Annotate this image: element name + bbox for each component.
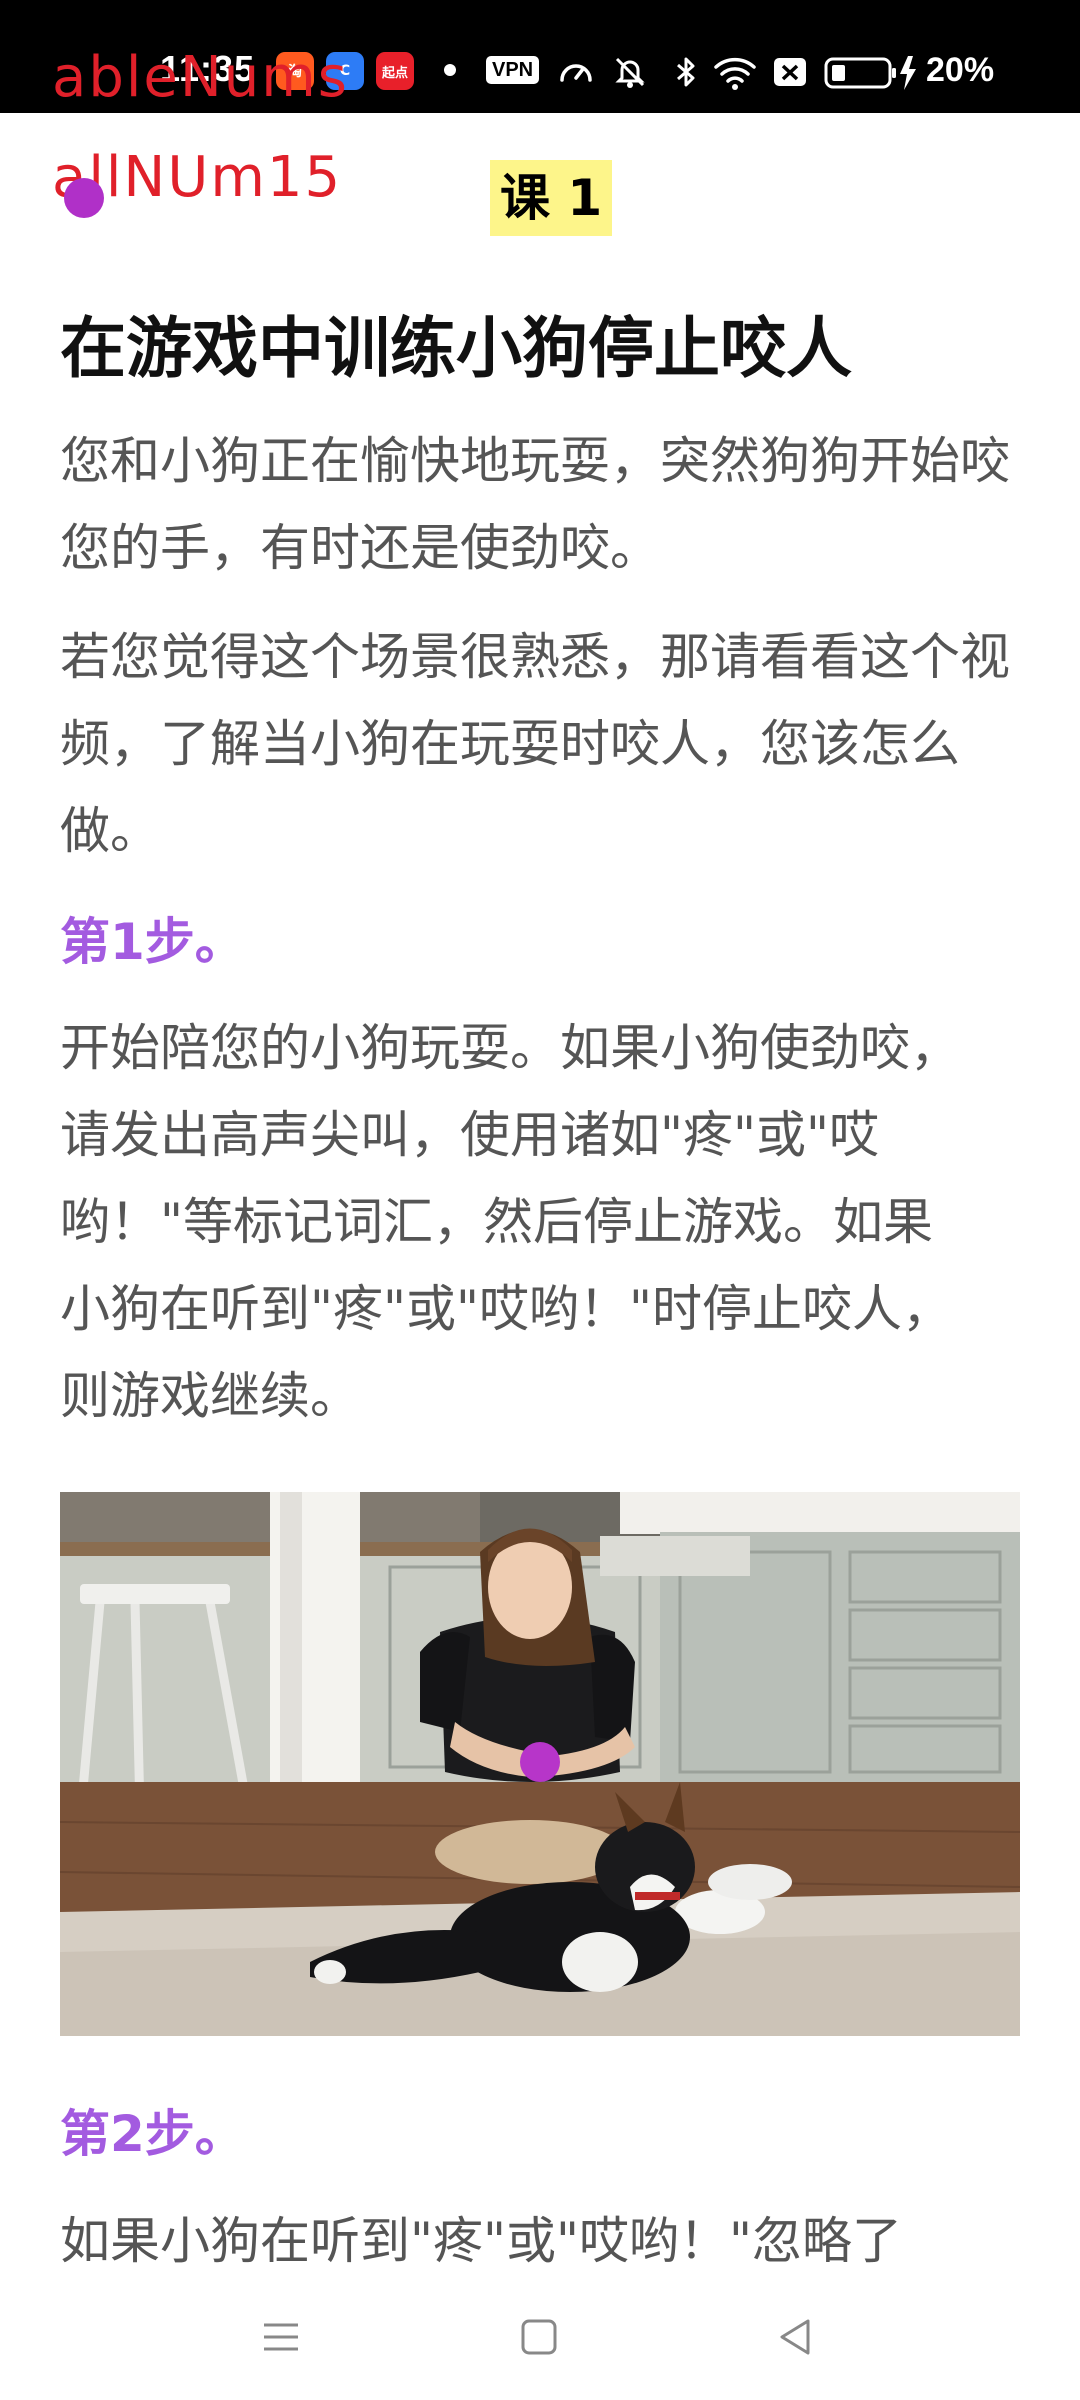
navigation-bar <box>0 2272 1080 2400</box>
bluetooth-icon <box>677 57 695 87</box>
battery-percent: 20% <box>926 51 995 89</box>
wifi-icon <box>714 57 756 90</box>
vpn-badge: VPN <box>486 56 540 84</box>
battery-icon <box>824 56 916 90</box>
intro-paragraph-2: 若您觉得这个场景很熟悉，那请看看这个视频，了解当小狗在玩耍时咬人，您该怎么做。 <box>60 628 1010 860</box>
menu-icon[interactable] <box>256 2312 306 2362</box>
home-icon[interactable] <box>514 2312 564 2362</box>
qidian-icon: 起点 <box>376 52 414 90</box>
status-time: 11:35 <box>160 48 256 89</box>
mute-icon <box>615 57 645 88</box>
taobao-icon: 淘 <box>276 52 314 90</box>
status-bar: 11:35 淘 C 起点 VPN 20% <box>0 0 1080 113</box>
lesson-title: 在游戏中训练小狗停止咬人 <box>60 310 852 387</box>
step-1-text: 开始陪您的小狗玩耍。如果小狗使劲咬，请发出高声尖叫，使用诸如"疼"或"哎哟！"等… <box>60 1019 960 1425</box>
network-speed-icon <box>560 64 592 82</box>
woman-playing-with-puppy-image <box>60 1492 1020 2036</box>
browser-icon: C <box>326 52 364 90</box>
screen: 11:35 淘 C 起点 VPN 20% ableNums allNUm15 课… <box>0 0 1080 2400</box>
back-icon[interactable] <box>770 2312 820 2362</box>
notification-dot-icon <box>444 64 456 76</box>
touch-indicator-dot <box>64 178 104 218</box>
lesson-photo <box>60 1492 1020 2036</box>
no-sim-icon <box>774 58 806 86</box>
intro-paragraph-1: 您和小狗正在愉快地玩耍，突然狗狗开始咬您的手，有时还是使劲咬。 <box>60 432 1010 577</box>
lesson-number-label: 课 1 <box>490 160 613 236</box>
step-1-heading: 第1步。 <box>60 913 245 971</box>
step-2-heading: 第2步。 <box>60 2105 245 2163</box>
